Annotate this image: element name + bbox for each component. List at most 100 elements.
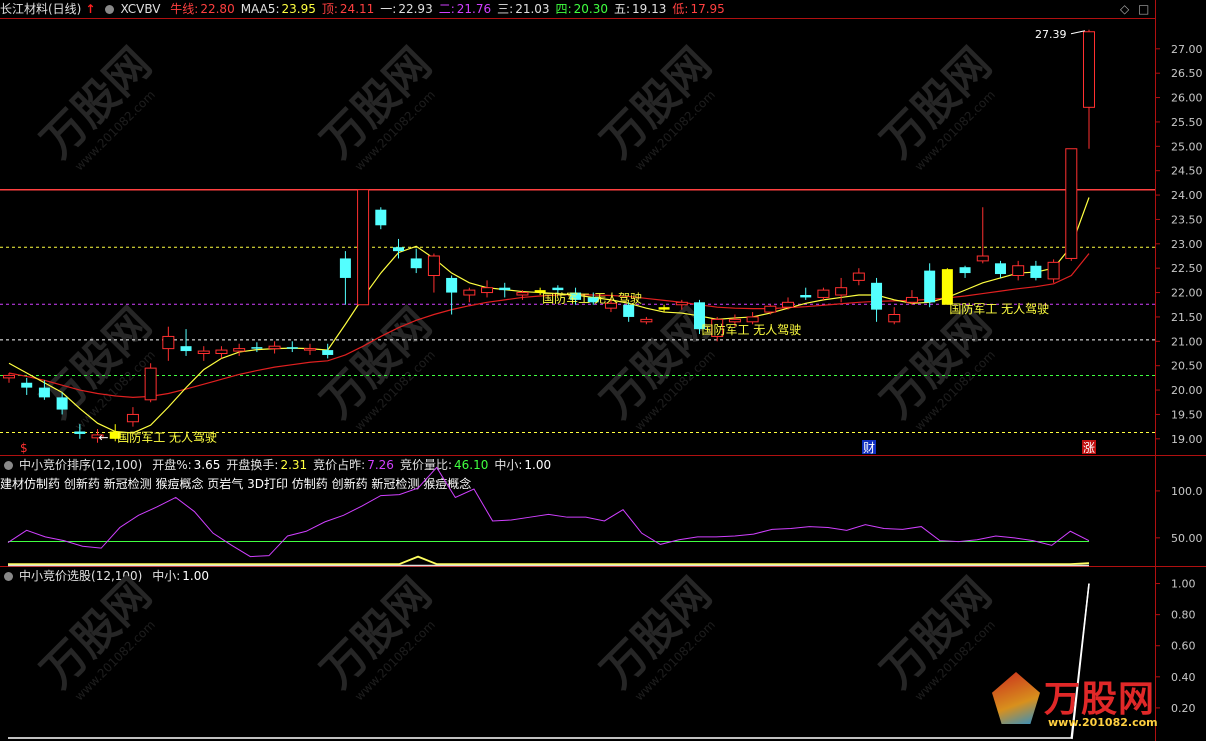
candle-body [1030,265,1042,278]
marker-zhang: 涨 [1083,440,1095,455]
arrow-left-icon: ← [99,430,109,444]
concept-tag: 国防军工 无人驾驶 [701,322,801,337]
candle-body [126,413,139,423]
y-tick-label: 24.50 [1171,165,1203,178]
candle-body [481,287,494,294]
candle-body [74,431,86,434]
y-tick-label: 20.50 [1171,360,1203,373]
concept-tag: 国防军工 无人驾驶 [117,429,217,444]
candle-body [162,335,175,350]
series-line-1 [8,555,1090,566]
logo-text: 万股网 [1044,679,1156,720]
candle-body [38,387,50,398]
y-tick-label: 24.00 [1171,189,1203,202]
watermark: 万股网www.201082.com [592,298,721,433]
candle-body [357,189,370,306]
marker-cai: 财 [863,441,875,455]
window-icon[interactable]: □ [1138,2,1149,16]
y-tick-label: 26.50 [1171,67,1203,80]
candle-body [1065,148,1078,259]
candle-body [375,209,387,226]
candle-body [56,397,68,410]
candle-body [1047,261,1060,280]
y-tick-label: 20.00 [1171,384,1203,397]
candle-body [852,272,865,281]
candle-body [446,277,458,293]
candle-body [941,269,953,305]
candle-body [197,350,210,354]
y-tick-label: 100.0 [1171,485,1203,498]
candle-body [835,287,848,296]
candle-body [924,270,936,303]
watermark: 万股网www.201082.com [312,298,441,433]
candle-body [640,318,653,323]
watermark: 万股网www.201082.com [592,38,721,173]
diamond-icon[interactable]: ◇ [1120,2,1129,16]
y-tick-label: 23.50 [1171,213,1203,226]
y-tick-label: 25.50 [1171,116,1203,129]
candle-body [180,346,192,352]
series-line-0 [7,466,1090,558]
candle-body [322,350,334,355]
candle-body [233,348,246,352]
marker-s: $ [20,441,28,455]
y-tick-label: 25.00 [1171,140,1203,153]
peak-pointer [1070,30,1086,35]
y-tick-label: 19.00 [1171,433,1203,446]
candle-body [728,318,741,323]
candle-body [888,314,901,323]
candle-body [303,348,316,351]
watermark: 万股网www.201082.com [32,38,161,173]
y-tick-label: 0.80 [1171,609,1196,622]
y-tick-label: 0.40 [1171,671,1196,684]
watermark: 万股网www.201082.com [312,568,441,703]
candle-body [1012,265,1025,276]
candle-body [1083,31,1095,108]
candle-body [675,301,688,306]
watermark: 万股网www.201082.com [592,568,721,703]
candle-body [905,296,918,303]
candle-body [994,263,1006,275]
candle-body [623,304,635,317]
watermark: 万股网www.201082.com [312,38,441,173]
concept-tag: 国防军工 无人驾驶 [542,290,642,305]
candle-body [817,289,830,298]
candle-body [959,267,971,274]
candle-body [499,287,511,291]
candle-body [144,367,157,401]
candle-body [764,305,777,313]
candle-body [463,289,476,296]
y-tick-label: 0.60 [1171,640,1196,653]
candle-body [3,374,15,379]
kline-chart[interactable]: 万股网www.201082.com 万股网www.201082.com 万股网www… [0,0,1206,741]
candle-body [871,282,883,310]
wangu-logo: 万股网 www.201082.com [990,668,1158,736]
y-tick-label: 27.00 [1171,43,1203,56]
y-tick-label: 22.00 [1171,287,1203,300]
candle-body [286,347,298,349]
logo-url: www.201082.com [1048,716,1158,729]
y-tick-label: 21.50 [1171,311,1203,324]
candle-body [746,316,759,323]
candle-body [21,382,33,388]
concept-tag: 国防军工 无人驾驶 [949,301,1049,316]
candle-body [782,301,795,308]
peak-label: 27.39 [1035,28,1067,41]
candle-body [976,255,989,262]
y-tick-label: 22.50 [1171,262,1203,275]
y-tick-label: 21.00 [1171,335,1203,348]
watermark: 万股网www.201082.com [32,568,161,703]
candle-body [339,258,351,278]
y-tick-label: 50.00 [1171,532,1203,545]
y-tick-label: 26.00 [1171,92,1203,105]
y-tick-label: 23.00 [1171,238,1203,251]
bull-logo-icon [992,672,1040,724]
candle-body [427,255,440,276]
candle-body [516,292,529,296]
candle-body [552,287,564,291]
candle-body [410,258,422,269]
y-tick-label: 0.20 [1171,702,1196,715]
y-tick-label: 1.00 [1171,578,1196,591]
watermark: 万股网www.201082.com [872,38,1001,173]
candle-body [393,247,405,252]
